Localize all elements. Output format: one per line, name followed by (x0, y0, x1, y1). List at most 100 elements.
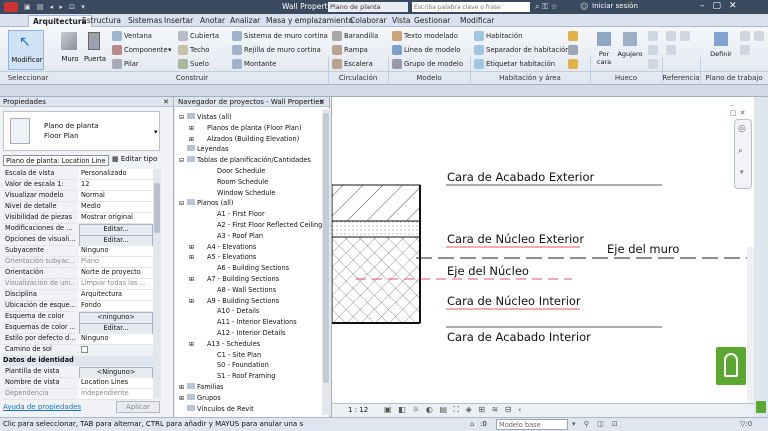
tree-node[interactable]: Window Schedule (199, 189, 275, 197)
tree-node[interactable]: ⊞ A9 - Building Sections (189, 297, 279, 305)
tree-node[interactable]: ⊟ Tablas de planificación/Cantidades (179, 156, 311, 164)
curtain-grid-button[interactable]: Rejilla de muro cortina (244, 46, 321, 54)
model-line-button[interactable]: Línea de modelo (404, 46, 460, 54)
property-value[interactable]: Normal (79, 191, 153, 202)
tree-node[interactable]: S0 - Foundation (199, 361, 269, 369)
view-controls-icons[interactable]: ▣ ◧ ☼ ◐ ▤ ⛶ ◈ ⊞ ≋ ⊟ ‹ (384, 405, 523, 415)
tab-colaborar[interactable]: Colaborar (350, 15, 387, 27)
ref-plane-icon[interactable] (680, 31, 690, 41)
property-row[interactable]: Visibilidad de piezas Mostrar original (3, 213, 153, 224)
property-value[interactable]: Mostrar original (79, 213, 153, 224)
tree-node[interactable]: C1 - Site Plan (199, 351, 261, 359)
expand-icon[interactable]: ⊞ (189, 276, 197, 283)
property-edit-button[interactable]: Editar... (79, 224, 153, 236)
expand-icon[interactable]: ⊞ (189, 125, 197, 132)
property-edit-button[interactable]: Editar... (79, 235, 153, 247)
section-header[interactable]: Datos de identidad (3, 356, 153, 366)
close-icon[interactable]: ✕ (319, 97, 325, 107)
steering-wheel-icon[interactable]: ◎ (738, 124, 746, 134)
tree-node[interactable]: A6 - Building Sections (199, 264, 289, 272)
expand-icon[interactable]: ⊞ (189, 254, 197, 261)
tree-node[interactable]: A3 - Roof Plan (199, 232, 263, 240)
property-row[interactable]: Nombre de vista Location Lines (3, 378, 153, 389)
window-controls[interactable]: –▢✕ (730, 101, 754, 117)
tree-node[interactable]: A8 - Wall Sections (199, 286, 276, 294)
property-value[interactable]: 12 (79, 180, 153, 191)
expand-icon[interactable]: ⊟ (179, 200, 187, 207)
ceiling-button[interactable]: Techo (190, 46, 209, 54)
tree-node[interactable]: ⊞ A13 - Schedules (189, 340, 260, 348)
column-button[interactable]: Pilar (124, 60, 139, 68)
quick-access-icons[interactable]: ▣ ▤ ◂ ▸ ⊡ ▾ (24, 3, 87, 11)
window-button[interactable]: Ventana (124, 32, 152, 40)
property-value[interactable]: Personalizado (79, 169, 153, 180)
define-button[interactable]: Definir (706, 30, 736, 70)
properties-scrollbar[interactable] (153, 169, 161, 399)
tag-area-icon[interactable] (568, 59, 578, 69)
tab-analizar[interactable]: Analizar (230, 15, 260, 27)
area-boundary-icon[interactable] (568, 45, 578, 55)
property-row[interactable]: Opciones de visuali... Editar... (3, 235, 153, 247)
floor-button[interactable]: Suelo (190, 60, 209, 68)
view-scrollbar[interactable] (747, 247, 754, 417)
property-row[interactable]: Subyacente Ninguno (3, 246, 153, 257)
model-text-button[interactable]: Texto modelado (404, 32, 458, 40)
property-value[interactable]: Norte de proyecto (79, 268, 153, 279)
dormer-icon[interactable] (648, 59, 658, 69)
design-option-select[interactable]: Modelo base (496, 419, 568, 430)
search-input[interactable] (412, 2, 530, 12)
property-row[interactable]: Ubicación de esque... Fondo (3, 301, 153, 312)
property-row[interactable]: Estilo por defecto d... Ninguno (3, 334, 153, 345)
tab-insertar[interactable]: Insertar (164, 15, 193, 27)
property-value[interactable]: Ninguno (79, 246, 153, 257)
tree-node[interactable]: Door Schedule (199, 167, 265, 175)
expand-icon[interactable]: ⊞ (189, 136, 197, 143)
property-row[interactable]: Orientación subyac... Plano (3, 257, 153, 268)
property-row[interactable]: Dependencia Independiente (3, 389, 153, 400)
search-icon[interactable]: ⌕ ⚿ ☆ (535, 2, 558, 12)
ramp-button[interactable]: Rampa (344, 46, 368, 54)
property-value[interactable]: Fondo (79, 301, 153, 312)
app-menu-icon[interactable] (4, 2, 18, 12)
grid-icon[interactable] (666, 45, 676, 55)
property-row[interactable]: Valor de escala 1: 12 (3, 180, 153, 191)
help-link[interactable]: Ayuda de propiedades (3, 403, 81, 411)
tag-room-button[interactable]: Etiquetar habitación (486, 60, 555, 68)
tree-node[interactable]: ⊞ A7 - Building Sections (189, 275, 279, 283)
property-row[interactable]: Disciplina Arquitectura (3, 290, 153, 301)
railing-button[interactable]: Barandilla (344, 32, 378, 40)
property-row[interactable]: Nivel de detalle Medio (3, 202, 153, 213)
vertical-opening-icon[interactable] (648, 45, 658, 55)
tree-node[interactable]: ⊞ Familias (179, 383, 224, 391)
tree-node[interactable]: Leyendas (179, 145, 228, 153)
tree-node[interactable]: A1 - First Floor (199, 210, 265, 218)
property-edit-button[interactable]: Editar... (79, 323, 153, 335)
tab-vista[interactable]: Vista (392, 15, 411, 27)
tab-estructura[interactable]: Estructura (82, 15, 121, 27)
property-row[interactable]: Escala de vista Personalizado (3, 169, 153, 180)
tree-node[interactable]: ⊞ Alzados (Building Elevation) (189, 135, 299, 143)
group-select[interactable]: Seleccionar (0, 71, 56, 84)
room-button[interactable]: Habitación (486, 32, 522, 40)
component-button[interactable]: Componente (124, 46, 168, 54)
wall-opening-icon[interactable] (648, 31, 658, 41)
apply-button[interactable]: Aplicar (116, 401, 160, 413)
expand-icon[interactable]: ⊞ (179, 395, 187, 402)
property-value[interactable]: Location Lines (79, 378, 153, 389)
room-separator-button[interactable]: Separador de habitación (486, 46, 570, 54)
type-selector[interactable]: Plano de planta Floor Plan ▾ (3, 111, 160, 151)
expand-icon[interactable]: ⊞ (189, 298, 197, 305)
property-row[interactable]: Modificaciones de ... Editar... (3, 224, 153, 236)
roof-button[interactable]: Cubierta (190, 32, 219, 40)
browser-scrollbar[interactable] (322, 109, 330, 415)
property-row[interactable]: Plantilla de vista <Ninguno> (3, 367, 153, 379)
expand-icon[interactable]: ⊞ (189, 341, 197, 348)
expand-icon[interactable]: ⊞ (179, 384, 187, 391)
door-button[interactable]: Puerta (84, 30, 106, 70)
expand-icon[interactable]: ⊞ (189, 244, 197, 251)
close-icon[interactable]: ✕ (163, 97, 169, 107)
level-icon[interactable] (666, 31, 676, 41)
tree-node[interactable]: A2 - First Floor Reflected Ceiling Plan (199, 221, 339, 229)
tree-node[interactable]: A10 - Details (199, 307, 259, 315)
tree-node[interactable]: Vínculos de Revit (179, 404, 254, 413)
